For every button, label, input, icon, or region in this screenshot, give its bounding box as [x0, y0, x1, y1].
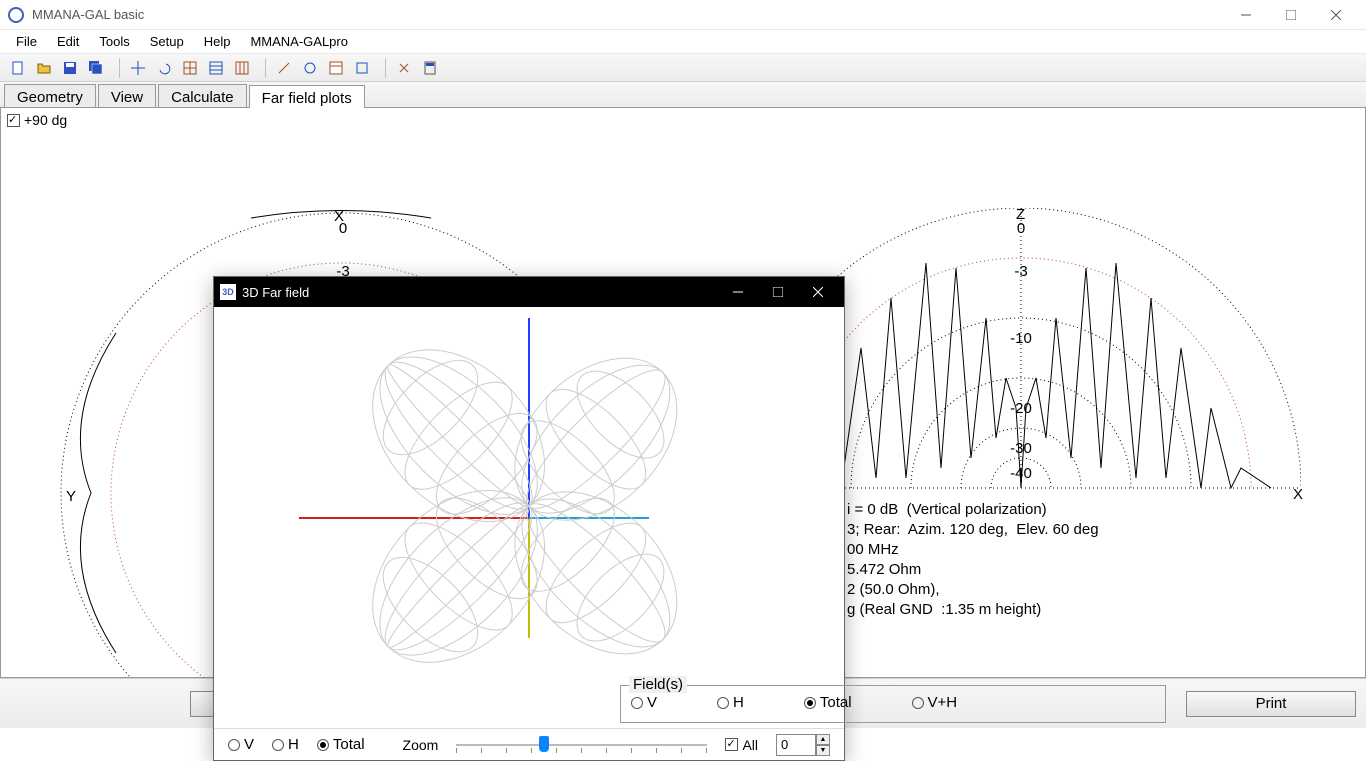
save-icon[interactable]	[58, 57, 82, 79]
child-maximize-button[interactable]	[758, 277, 798, 307]
menu-pro[interactable]: MMANA-GALpro	[240, 31, 358, 52]
tools-icon[interactable]	[392, 57, 416, 79]
tab-bar: Geometry View Calculate Far field plots	[0, 82, 1366, 108]
bottom-bar: Elevation 3D FF Field(s) V H Total V+H P…	[0, 678, 1366, 728]
move-icon[interactable]	[126, 57, 150, 79]
maximize-button[interactable]	[1268, 0, 1313, 30]
fields-radio-vh[interactable]: V+H	[912, 694, 958, 711]
menu-setup[interactable]: Setup	[140, 31, 194, 52]
tab-geometry[interactable]: Geometry	[4, 84, 96, 107]
spin-down-icon[interactable]: ▼	[816, 745, 830, 756]
wire-icon[interactable]	[272, 57, 296, 79]
child-bottom-bar: V H Total Zoom All ▲ ▼	[214, 728, 844, 760]
minimize-button[interactable]	[1223, 0, 1268, 30]
print-button[interactable]: Print	[1186, 691, 1356, 717]
menu-help[interactable]: Help	[194, 31, 241, 52]
modify-icon[interactable]	[350, 57, 374, 79]
toolbar	[0, 54, 1366, 82]
table-icon[interactable]	[324, 57, 348, 79]
tab-calculate[interactable]: Calculate	[158, 84, 247, 107]
right-db-0: 0	[1001, 220, 1041, 237]
menubar: File Edit Tools Setup Help MMANA-GALpro	[0, 30, 1366, 54]
right-db-20: -20	[1001, 400, 1041, 417]
menu-file[interactable]: File	[6, 31, 47, 52]
client-area: +90 dg X Y 0 -3 Z X 0 -3	[0, 108, 1366, 678]
undo-icon[interactable]	[152, 57, 176, 79]
spin-up-icon[interactable]: ▲	[816, 734, 830, 745]
child-minimize-button[interactable]	[718, 277, 758, 307]
app-icon	[8, 7, 24, 23]
zoom-thumb[interactable]	[539, 736, 549, 752]
menu-tools[interactable]: Tools	[89, 31, 139, 52]
app-title: MMANA-GAL basic	[32, 7, 1223, 22]
zoom-slider[interactable]	[456, 735, 707, 755]
child-close-button[interactable]	[798, 277, 838, 307]
tab-farfield[interactable]: Far field plots	[249, 85, 365, 108]
rotation-spinner[interactable]: ▲ ▼	[776, 734, 830, 756]
titlebar: MMANA-GAL basic	[0, 0, 1366, 30]
grid2-icon[interactable]	[204, 57, 228, 79]
grid1-icon[interactable]	[178, 57, 202, 79]
left-db-0: 0	[323, 220, 363, 237]
child-title: 3D Far field	[242, 285, 718, 300]
fields-radio-v[interactable]: V	[631, 694, 657, 711]
rotate-icon[interactable]	[298, 57, 322, 79]
close-button[interactable]	[1313, 0, 1358, 30]
fields-radio-total[interactable]: Total	[804, 694, 852, 711]
child-radio-h[interactable]: H	[272, 736, 299, 753]
wireframe-3d-icon	[214, 307, 844, 728]
menu-edit[interactable]: Edit	[47, 31, 89, 52]
child-radio-v[interactable]: V	[228, 736, 254, 753]
child-radio-total[interactable]: Total	[317, 736, 365, 753]
all-checkbox[interactable]: All	[725, 737, 758, 753]
right-db-30: -30	[1001, 440, 1041, 457]
zoom-label: Zoom	[403, 737, 439, 753]
right-db-3: -3	[1001, 263, 1041, 280]
new-file-icon[interactable]	[6, 57, 30, 79]
grid3-icon[interactable]	[230, 57, 254, 79]
fields-radio-h[interactable]: H	[717, 694, 744, 711]
right-db-10: -10	[1001, 330, 1041, 347]
calc-icon[interactable]	[418, 57, 442, 79]
fields-group: Field(s) V H Total V+H	[620, 685, 1166, 723]
save-all-icon[interactable]	[84, 57, 108, 79]
tab-view[interactable]: View	[98, 84, 156, 107]
open-file-icon[interactable]	[32, 57, 56, 79]
child-titlebar[interactable]: 3D 3D Far field	[214, 277, 844, 307]
info-block: i = 0 dB (Vertical polarization) 3; Rear…	[847, 500, 1099, 620]
fields-legend: Field(s)	[629, 676, 687, 693]
child-3d-canvas[interactable]	[214, 307, 844, 728]
rotation-input[interactable]	[776, 734, 816, 756]
child-icon: 3D	[220, 284, 236, 300]
right-db-40: -40	[1001, 465, 1041, 482]
